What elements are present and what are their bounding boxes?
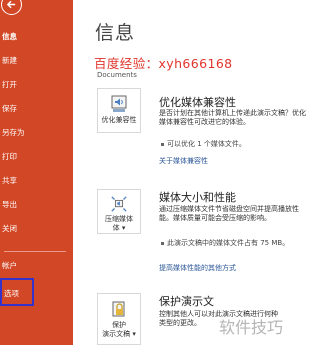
media-compat-title: 优化媒体兼容性 — [159, 96, 236, 109]
compress-media-icon — [111, 196, 127, 212]
nav-close[interactable]: 关闭 — [2, 224, 17, 234]
media-compat-link[interactable]: 关于媒体兼容性 — [159, 156, 208, 166]
nav-account[interactable]: 帐户 — [2, 261, 17, 271]
info-panel: 信息 百度经验：xyh666168 Documents 优化兼容性 优化媒体兼容… — [73, 0, 307, 345]
protect-label-2: 演示文稿 ▾ — [102, 330, 136, 338]
protect-label: 保护 — [112, 321, 126, 329]
nav-share[interactable]: 共享 — [2, 176, 17, 186]
page-title: 信息 — [95, 22, 136, 44]
nav-new[interactable]: 新建 — [2, 56, 17, 66]
nav-separator — [4, 251, 66, 252]
backstage-sidebar: 信息 新建 打开 保存 另存为 打印 共享 导出 关闭 帐户 选项 — [0, 0, 73, 345]
media-compat-bullet: 可以优化 1 个媒体文件。 — [161, 140, 302, 149]
back-button[interactable] — [1, 0, 22, 15]
optimize-compat-label: 优化兼容性 — [101, 116, 137, 124]
compress-media-label-2: 体 ▾ — [112, 224, 126, 232]
nav-save[interactable]: 保存 — [2, 104, 17, 114]
nav-open[interactable]: 打开 — [2, 80, 17, 90]
protect-title: 保护演示文 — [159, 295, 214, 308]
compress-media-button[interactable]: 压缩媒体 体 ▾ — [97, 189, 141, 234]
nav-info[interactable]: 信息 — [2, 32, 17, 42]
nav-save-as[interactable]: 另存为 — [2, 128, 25, 138]
nav-print[interactable]: 打印 — [2, 152, 17, 162]
breadcrumb: Documents — [97, 71, 137, 79]
media-size-desc: 通过压缩媒体文件节省磁盘空间并提高播放性能。媒体质量可能会受压缩的影响。 — [159, 205, 299, 222]
optimize-compat-button[interactable]: 优化兼容性 — [97, 88, 141, 133]
nav-options-highlight[interactable]: 选项 — [0, 278, 34, 306]
lock-icon — [112, 301, 125, 317]
media-speaker-icon — [111, 95, 127, 112]
media-size-link[interactable]: 提高媒体性能的其他方式 — [159, 263, 236, 273]
watermark-bottom: 软件技巧 — [219, 318, 284, 337]
media-size-bullet: 此演示文稿中的媒体文件占有 75 MB。 — [161, 239, 302, 248]
watermark-text: 百度经验：xyh666168 — [94, 56, 233, 71]
nav-export[interactable]: 导出 — [2, 200, 17, 210]
media-compat-desc: 是否计划在其他计算机上传递此演示文稿？优化媒体兼容性可改进它的体验。 — [159, 109, 306, 126]
nav-options: 选项 — [4, 289, 19, 298]
arrow-left-icon — [6, 0, 16, 9]
media-size-title: 媒体大小和性能 — [159, 191, 236, 204]
protect-presentation-button[interactable]: 保护 演示文稿 ▾ — [97, 293, 141, 345]
compress-media-label: 压缩媒体 — [105, 215, 133, 223]
